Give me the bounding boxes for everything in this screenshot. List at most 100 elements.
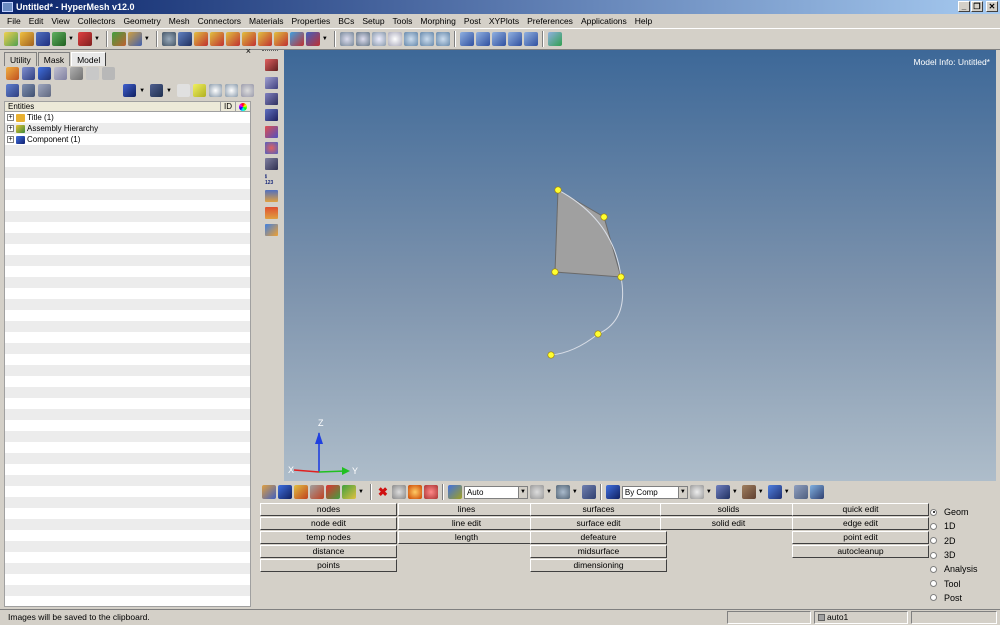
geometry-shaded-icon[interactable] <box>555 485 570 499</box>
window-layout-4-icon[interactable] <box>507 32 522 46</box>
menu-view[interactable]: View <box>47 16 73 26</box>
menu-setup[interactable]: Setup <box>358 16 388 26</box>
by-mat-icon[interactable] <box>310 485 324 499</box>
by-comp-icon[interactable] <box>278 485 292 499</box>
page-radio-post[interactable]: Post <box>930 591 978 605</box>
iso-view-icon[interactable] <box>289 32 304 46</box>
id-column[interactable]: ID <box>221 102 236 111</box>
menu-post[interactable]: Post <box>460 16 485 26</box>
monitor-icon[interactable] <box>809 485 824 499</box>
transform-icon[interactable] <box>423 485 438 499</box>
spin-icon[interactable] <box>419 32 434 46</box>
geometry-color-mode-select[interactable]: Auto ▼ <box>463 485 528 499</box>
menu-applications[interactable]: Applications <box>577 16 631 26</box>
radio-button-icon[interactable] <box>930 508 937 516</box>
point[interactable] <box>547 351 555 359</box>
page-radio-geom[interactable]: Geom <box>930 505 978 519</box>
eye-show-icon[interactable] <box>209 84 222 97</box>
feature-lines-icon[interactable] <box>265 93 278 105</box>
expand-all-icon[interactable] <box>6 84 19 97</box>
distance-panel-button[interactable]: distance <box>260 545 397 558</box>
select-arrow-icon[interactable] <box>177 84 190 97</box>
quick-edit-panel-button[interactable]: quick edit <box>792 503 929 516</box>
lines-panel-button[interactable]: lines <box>398 503 535 516</box>
user-icon[interactable] <box>111 32 126 46</box>
save-model-icon[interactable] <box>36 32 50 46</box>
element-wire-icon[interactable] <box>689 485 704 499</box>
geometry-color-icon[interactable] <box>447 485 462 499</box>
axis-ix-icon[interactable] <box>241 32 256 46</box>
menu-properties[interactable]: Properties <box>288 16 335 26</box>
radio-button-icon[interactable] <box>930 565 937 573</box>
export-icon[interactable] <box>77 32 92 46</box>
browser-close-button[interactable]: × <box>246 46 251 56</box>
label-abc-icon[interactable] <box>265 190 278 202</box>
radio-button-icon[interactable] <box>930 537 937 545</box>
view-preset-icon[interactable] <box>305 32 320 46</box>
expand-icon[interactable]: + <box>7 114 14 121</box>
point[interactable] <box>551 268 559 276</box>
mask-icon[interactable] <box>391 485 406 499</box>
zoom-icon[interactable] <box>339 32 354 46</box>
geometry-wire-icon[interactable] <box>529 485 544 499</box>
expand-icon[interactable]: + <box>7 136 14 143</box>
wireframe-elements-icon[interactable] <box>265 77 278 89</box>
edge-edit-panel-button[interactable]: edge edit <box>792 517 929 530</box>
by-assembly-icon[interactable] <box>262 485 276 499</box>
point-edit-panel-button[interactable]: point edit <box>792 531 929 544</box>
defeature-panel-button[interactable]: defeature <box>530 531 667 544</box>
surface[interactable] <box>554 189 622 278</box>
axis-z-icon[interactable] <box>225 32 240 46</box>
menu-edit[interactable]: Edit <box>25 16 48 26</box>
page-radio-3d[interactable]: 3D <box>930 548 978 562</box>
open-model-icon[interactable] <box>20 32 34 46</box>
menu-bcs[interactable]: BCs <box>334 16 358 26</box>
menu-preferences[interactable]: Preferences <box>523 16 577 26</box>
menu-morphing[interactable]: Morphing <box>416 16 459 26</box>
rotate-left-icon[interactable] <box>177 32 192 46</box>
menu-help[interactable]: Help <box>631 16 656 26</box>
transparency-icon[interactable] <box>265 142 278 154</box>
page-radio-2d[interactable]: 2D <box>930 534 978 548</box>
shaded-geometry-icon[interactable] <box>265 109 278 121</box>
by-config-icon[interactable] <box>326 485 340 499</box>
menu-connectors[interactable]: Connectors <box>194 16 245 26</box>
point[interactable] <box>594 330 602 338</box>
clip-plane-icon[interactable] <box>265 224 278 236</box>
by-set-icon[interactable] <box>342 485 356 499</box>
axis-y-icon[interactable] <box>209 32 224 46</box>
radio-button-icon[interactable] <box>930 580 937 588</box>
fit-icon[interactable] <box>403 32 418 46</box>
radio-button-icon[interactable] <box>930 551 937 559</box>
graphics-viewport[interactable]: Model Info: Untitled* Z X Y <box>284 50 996 481</box>
page-radio-analysis[interactable]: Analysis <box>930 562 978 576</box>
midsurface-panel-button[interactable]: midsurface <box>530 545 667 558</box>
show-icon[interactable] <box>38 67 51 80</box>
menu-xyplots[interactable]: XYPlots <box>485 16 523 26</box>
radio-button-icon[interactable] <box>930 522 937 530</box>
page-radio-1d[interactable]: 1D <box>930 519 978 533</box>
collapse-all-icon[interactable] <box>22 84 35 97</box>
find-icon[interactable] <box>161 32 176 46</box>
display-mode-icon[interactable] <box>123 84 137 97</box>
element-shell-icon[interactable] <box>767 485 782 499</box>
length-panel-button[interactable]: length <box>398 531 535 544</box>
surfaces-panel-button[interactable]: surfaces <box>530 503 667 516</box>
radio-button-icon[interactable] <box>930 594 937 602</box>
nodes-panel-button[interactable]: nodes <box>260 503 397 516</box>
element-color-icon[interactable] <box>605 485 620 499</box>
macro-icon[interactable] <box>127 32 142 46</box>
highlight-icon[interactable] <box>193 84 206 97</box>
menu-geometry[interactable]: Geometry <box>119 16 164 26</box>
surface-edit-panel-button[interactable]: surface edit <box>530 517 667 530</box>
element-shaded-icon[interactable] <box>715 485 730 499</box>
axis-iy-icon[interactable] <box>257 32 272 46</box>
window-layout-5-icon[interactable] <box>523 32 538 46</box>
mesh-lines-icon[interactable] <box>265 158 278 170</box>
maximize-button[interactable]: ❐ <box>971 1 983 12</box>
page-icon[interactable] <box>547 32 562 46</box>
menu-mesh[interactable]: Mesh <box>165 16 194 26</box>
tab-utility[interactable]: Utility <box>4 52 37 66</box>
window-layout-2-icon[interactable] <box>475 32 490 46</box>
pan-icon[interactable] <box>371 32 386 46</box>
